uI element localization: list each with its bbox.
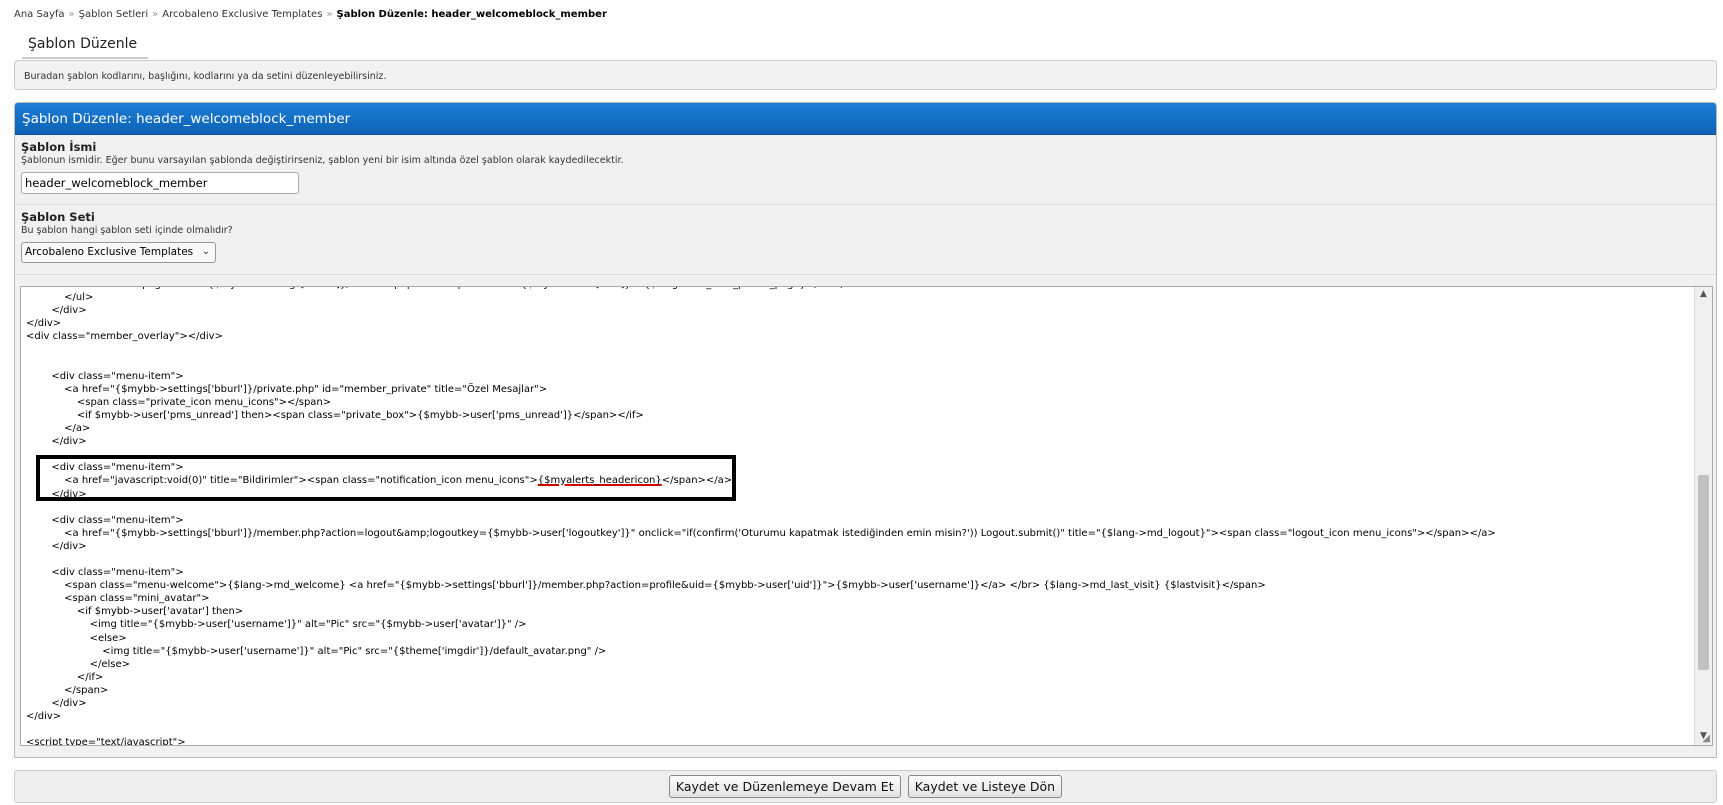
save-continue-button[interactable]: Kaydet ve Düzenlemeye Devam Et [668,775,901,798]
editor-scrollbar[interactable]: ▲ ▼ [1694,287,1712,745]
code-line[interactable]: <a href="javascript:void(0)" title="Bild… [26,474,1694,487]
code-line[interactable]: <span class="menu-welcome">{$lang->md_we… [26,579,1694,592]
template-set-selected: Arcobaleno Exclusive Templates [25,246,194,258]
code-line[interactable]: <img title="{$mybb->user['username']}" a… [26,618,1694,631]
code-line[interactable]: </span> [26,684,1694,697]
description-text: Buradan şablon kodlarını, başlığını, kod… [24,71,387,82]
code-line[interactable]: <span class="mini_avatar"> [26,592,1694,605]
code-line[interactable]: <script type="text/javascript"> [26,736,1694,745]
code-line[interactable]: </div> [26,317,1694,330]
template-code-editor[interactable]: <a class="mpage" href="{$mybb->settings[… [20,286,1713,746]
breadcrumb-link-home[interactable]: Ana Sayfa [14,9,65,20]
template-name-row: Şablon İsmi Şablonun ismidir. Eğer bunu … [15,135,1716,205]
code-line[interactable]: <a href="{$mybb->settings['bburl']}/memb… [26,527,1694,540]
code-line[interactable]: </a> [26,422,1694,435]
code-line[interactable]: <img title="{$mybb->user['username']}" a… [26,645,1694,658]
form-header: Şablon Düzenle: header_welcomeblock_memb… [15,103,1716,135]
code-lines[interactable]: <a class="mpage" href="{$mybb->settings[… [21,287,1694,745]
code-line[interactable]: </ul> [26,291,1694,304]
code-line[interactable] [26,448,1694,461]
resize-grip-icon[interactable]: ◢ [1702,733,1710,744]
chevron-down-icon: ⌄ [201,246,211,257]
code-line[interactable]: <else> [26,632,1694,645]
code-line[interactable]: <div class="member_overlay"></div> [26,330,1694,343]
save-return-list-button[interactable]: Kaydet ve Listeye Dön [907,775,1063,798]
edit-template-form: Şablon Düzenle: header_welcomeblock_memb… [14,102,1717,758]
code-line[interactable] [26,343,1694,356]
template-set-help: Bu şablon hangi şablon seti içinde olmal… [21,225,233,236]
breadcrumb-separator: » [68,9,75,20]
template-name-label: Şablon İsmi [21,140,97,154]
highlighted-token: {$myalerts_headericon} [537,475,662,487]
template-set-label: Şablon Seti [21,210,95,224]
breadcrumb-separator: » [152,9,159,20]
code-line[interactable]: </div> [26,435,1694,448]
code-line[interactable] [26,723,1694,736]
page-title-tab[interactable]: Şablon Düzenle [22,30,148,59]
code-line[interactable]: <a href="{$mybb->settings['bburl']}/priv… [26,383,1694,396]
code-line[interactable]: </div> [26,710,1694,723]
template-name-help: Şablonun ismidir. Eğer bunu varsayılan ş… [21,155,624,166]
scrollbar-thumb[interactable] [1698,475,1709,670]
code-line[interactable]: </if> [26,671,1694,684]
code-line[interactable] [26,357,1694,370]
template-set-row: Şablon Seti Bu şablon hangi şablon seti … [15,205,1716,275]
code-line[interactable]: </div> [26,540,1694,553]
code-line[interactable]: </div> [26,488,1694,501]
breadcrumb-separator: » [326,9,333,20]
template-set-select[interactable]: Arcobaleno Exclusive Templates ⌄ [21,242,217,263]
code-line[interactable]: <div class="menu-item"> [26,461,1694,474]
code-line[interactable]: </div> [26,697,1694,710]
breadcrumb-current: Şablon Düzenle: header_welcomeblock_memb… [336,9,607,20]
code-line[interactable] [26,501,1694,514]
breadcrumb-link-template-sets[interactable]: Şablon Setleri [79,9,148,20]
breadcrumb-link-template-set[interactable]: Arcobaleno Exclusive Templates [162,9,322,20]
code-line[interactable]: <span class="private_icon menu_icons"></… [26,396,1694,409]
code-line[interactable]: <div class="menu-item"> [26,566,1694,579]
code-line[interactable]: <if $mybb->user['avatar'] then> [26,605,1694,618]
code-line[interactable]: <div class="menu-item"> [26,370,1694,383]
code-line[interactable]: </else> [26,658,1694,671]
code-line[interactable]: <div class="menu-item"> [26,514,1694,527]
breadcrumb: Ana Sayfa» Şablon Setleri» Arcobaleno Excl… [14,9,607,20]
code-line[interactable]: </div> [26,304,1694,317]
form-buttons-bar: Kaydet ve Düzenlemeye Devam Et Kaydet ve… [14,770,1717,803]
template-name-input[interactable] [21,172,299,194]
scroll-up-arrow-icon[interactable]: ▲ [1695,289,1712,299]
description-box: Buradan şablon kodlarını, başlığını, kod… [14,60,1717,90]
code-line[interactable] [26,553,1694,566]
code-line[interactable]: <if $mybb->user['pms_unread'] then><span… [26,409,1694,422]
